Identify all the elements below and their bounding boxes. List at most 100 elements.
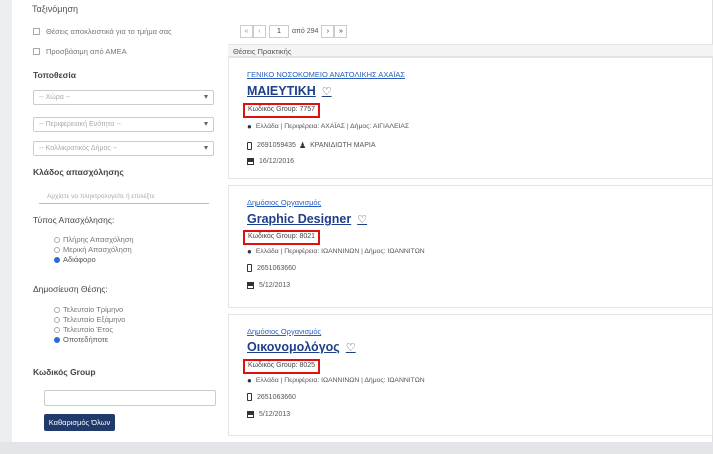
chevron-down-icon — [204, 146, 208, 150]
job-title-text[interactable]: Οικονομολόγος — [247, 340, 340, 354]
radio-last-semester[interactable]: Τελευταίο Εξάμηνο — [54, 315, 125, 324]
radio-dot[interactable] — [54, 236, 60, 243]
job-location-text: Ελλάδα | Περιφέρεια: ΙΩΑΝΝΙΝΩΝ | Δήμος: … — [255, 248, 425, 255]
job-phone: 2651063660 — [257, 264, 296, 272]
job-title-text[interactable]: ΜΑΙΕΥΤΙΚΗ — [247, 84, 316, 98]
radio-dot[interactable] — [54, 256, 60, 263]
page-frame: Ταξινόμηση Θέσεις αποκλειστικά για το τμ… — [12, 0, 713, 442]
page-number-input[interactable]: 1 — [269, 25, 289, 38]
job-title-text[interactable]: Graphic Designer — [247, 212, 351, 226]
country-select[interactable]: -- Χώρα -- — [33, 90, 214, 105]
heart-icon[interactable]: ♡ — [346, 341, 356, 354]
country-select-value: -- Χώρα -- — [39, 94, 71, 101]
region-select-value: -- Περιφερειακή Ενότητα -- — [39, 121, 121, 128]
radio-last-year[interactable]: Τελευταίο Έτος — [54, 325, 113, 334]
clear-all-button[interactable]: Καθαρισμός Όλων — [44, 414, 115, 431]
group-code-badge: Κωδικός Group: 8025 — [243, 359, 321, 374]
employment-type-title: Τύπος Απασχόλησης: — [33, 215, 115, 225]
calendar-icon — [247, 282, 254, 289]
prev-page-button[interactable]: ‹ — [253, 25, 266, 38]
radio-dot[interactable] — [54, 326, 60, 333]
heart-icon[interactable]: ♡ — [322, 85, 332, 98]
job-organization-link[interactable]: Δημόσιος Οργανισμός — [247, 198, 321, 207]
job-location: ● Ελλάδα | Περιφέρεια: ΙΩΑΝΝΙΝΩΝ | Δήμος… — [247, 376, 425, 385]
publication-title: Δημοσίευση Θέσης: — [33, 284, 108, 294]
radio-label: Τελευταίο Τρίμηνο — [63, 305, 124, 314]
checkbox-label: Προσβάσιμη από ΑΜΕΑ — [46, 47, 127, 56]
group-code-badge: Κωδικός Group: 8021 — [243, 230, 321, 245]
municipality-select[interactable]: -- Καλλικρατικός Δήμος -- — [33, 141, 214, 156]
pagination: « ‹ 1 από 294 › » — [240, 25, 348, 38]
job-organization-link[interactable]: Δημόσιος Οργανισμός — [247, 327, 321, 336]
chevron-down-icon — [204, 95, 208, 99]
page-count-text: από 294 — [292, 28, 319, 35]
checkbox-only-department[interactable]: Θέσεις αποκλειστικά για το τμήμα σας — [33, 27, 172, 36]
radio-label: Πλήρης Απασχόληση — [63, 235, 134, 244]
radio-dot[interactable] — [54, 246, 60, 253]
map-marker-icon: ● — [247, 376, 252, 385]
chevron-down-icon — [204, 122, 208, 126]
last-page-button[interactable]: » — [334, 25, 348, 38]
checkbox-box[interactable] — [33, 28, 40, 35]
radio-anytime[interactable]: Οποτεδήποτε — [54, 335, 108, 344]
job-date-row: 5/12/2013 — [247, 411, 290, 418]
checkbox-box[interactable] — [33, 48, 40, 55]
job-location-text: Ελλάδα | Περιφέρεια: ΑΧΑΪΑΣ | Δήμος: ΑΙΓ… — [255, 123, 410, 130]
radio-label: Τελευταίο Εξάμηνο — [63, 315, 126, 324]
user-icon: ♟ — [298, 141, 307, 150]
job-location-text: Ελλάδα | Περιφέρεια: ΙΩΑΝΝΙΝΩΝ | Δήμος: … — [255, 377, 425, 384]
job-title[interactable]: Graphic Designer ♡ — [247, 212, 367, 226]
page-bottom-edge — [0, 442, 713, 454]
radio-label: Τελευταίο Έτος — [63, 325, 113, 334]
checkbox-amea[interactable]: Προσβάσιμη από ΑΜΕΑ — [33, 47, 127, 56]
job-card: Δημόσιος Οργανισμός Graphic Designer ♡ Κ… — [228, 185, 713, 308]
job-contact: 2691059435 ♟ ΚΡΑΝΙΔΙΩΤΗ ΜΑΡΙΑ — [247, 141, 376, 150]
job-phone: 2651063660 — [257, 393, 296, 401]
first-page-button[interactable]: « — [240, 25, 253, 38]
job-date: 5/12/2013 — [259, 411, 291, 418]
calendar-icon — [247, 158, 254, 165]
municipality-select-value: -- Καλλικρατικός Δήμος -- — [39, 145, 118, 152]
sector-title: Κλάδος απασχόλησης — [33, 167, 124, 177]
job-title[interactable]: Οικονομολόγος ♡ — [247, 340, 356, 354]
job-contact: 2651063660 — [247, 264, 296, 272]
radio-label: Οποτεδήποτε — [63, 335, 109, 344]
group-code-title: Κωδικός Group — [33, 367, 96, 377]
filter-sidebar: Ταξινόμηση Θέσεις αποκλειστικά για το τμ… — [12, 0, 217, 442]
radio-any[interactable]: Αδιάφορο — [54, 255, 96, 264]
location-title: Τοποθεσία — [33, 70, 77, 80]
job-card: ΓΕΝΙΚΟ ΝΟΣΟΚΟΜΕΙΟ ΑΝΑΤΟΛΙΚΗΣ ΑΧΑΪΑΣ ΜΑΙΕ… — [228, 57, 713, 179]
group-code-badge: Κωδικός Group: 7757 — [243, 103, 321, 118]
phone-icon — [247, 393, 252, 401]
radio-label: Αδιάφορο — [63, 255, 96, 264]
heart-icon[interactable]: ♡ — [357, 213, 367, 226]
map-marker-icon: ● — [247, 122, 252, 131]
map-marker-icon: ● — [247, 247, 252, 256]
sort-heading: Ταξινόμηση — [32, 4, 78, 14]
radio-dot[interactable] — [54, 336, 60, 343]
phone-icon — [247, 141, 252, 150]
phone-icon — [247, 264, 252, 272]
job-phone: 2691059435 — [257, 142, 296, 149]
group-code-input[interactable] — [44, 390, 216, 406]
radio-full-time[interactable]: Πλήρης Απασχόληση — [54, 235, 134, 244]
next-page-button[interactable]: › — [321, 25, 335, 38]
list-heading: Θέσεις Πρακτικής — [228, 44, 713, 57]
radio-last-quarter[interactable]: Τελευταίο Τρίμηνο — [54, 305, 123, 314]
region-select[interactable]: -- Περιφερειακή Ενότητα -- — [33, 117, 214, 132]
radio-dot[interactable] — [54, 306, 60, 313]
job-date: 5/12/2013 — [259, 282, 291, 289]
sector-input[interactable]: Αρχίστε να πληκτρολογείτε ή επιλέξτε — [39, 190, 209, 204]
radio-label: Μερική Απασχόληση — [63, 245, 132, 254]
checkbox-label: Θέσεις αποκλειστικά για το τμήμα σας — [46, 27, 172, 36]
job-date-row: 16/12/2016 — [247, 158, 294, 165]
radio-part-time[interactable]: Μερική Απασχόληση — [54, 245, 132, 254]
job-date-row: 5/12/2013 — [247, 282, 290, 289]
radio-dot[interactable] — [54, 316, 60, 323]
job-location: ● Ελλάδα | Περιφέρεια: ΑΧΑΪΑΣ | Δήμος: Α… — [247, 122, 409, 131]
job-title[interactable]: ΜΑΙΕΥΤΙΚΗ ♡ — [247, 84, 332, 98]
job-date: 16/12/2016 — [259, 158, 295, 165]
job-contact-person: ΚΡΑΝΙΔΙΩΤΗ ΜΑΡΙΑ — [310, 142, 376, 149]
job-organization-link[interactable]: ΓΕΝΙΚΟ ΝΟΣΟΚΟΜΕΙΟ ΑΝΑΤΟΛΙΚΗΣ ΑΧΑΪΑΣ — [247, 70, 405, 79]
job-card: Δημόσιος Οργανισμός Οικονομολόγος ♡ Κωδι… — [228, 314, 713, 436]
